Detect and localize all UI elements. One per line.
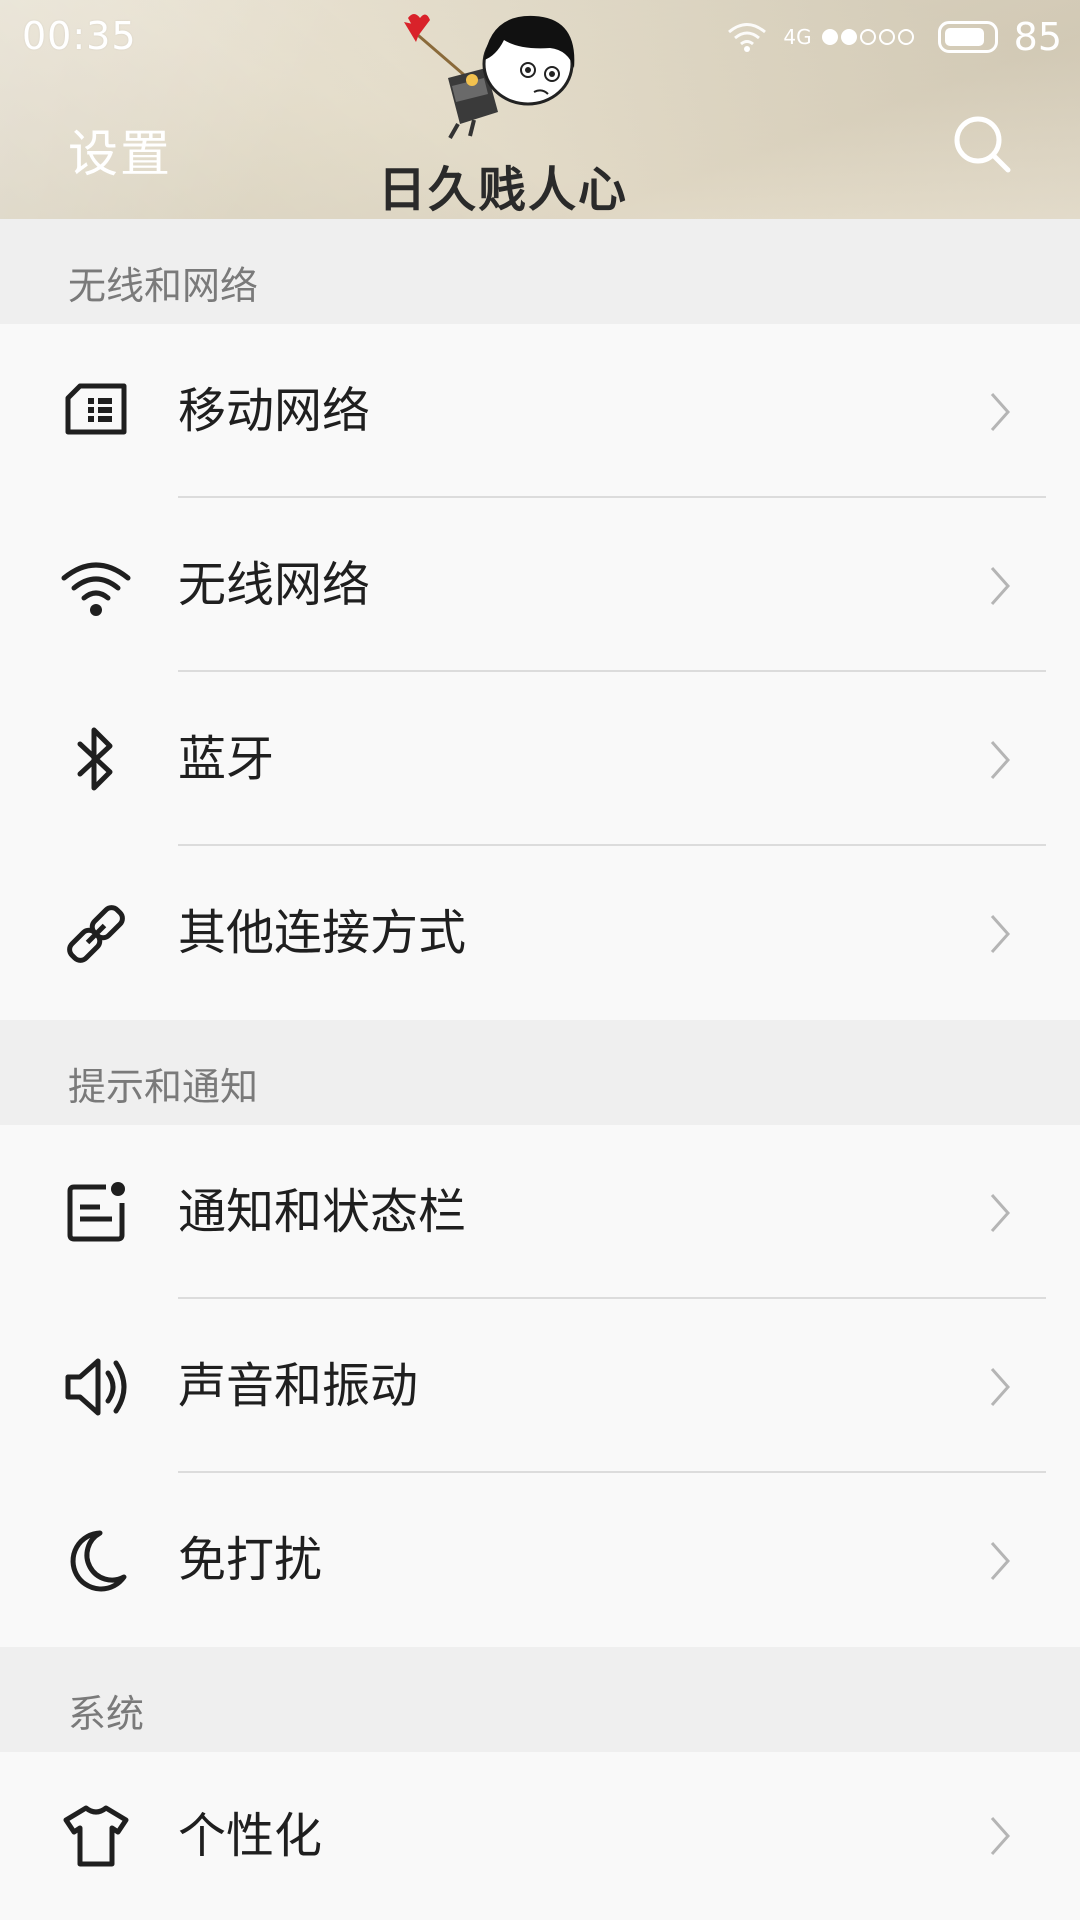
- signal-dot: [821, 29, 838, 45]
- settings-item-personalization[interactable]: 个性化: [0, 1752, 1080, 1920]
- search-icon: [954, 116, 1011, 173]
- battery-percent: 85: [1013, 15, 1062, 59]
- chevron-right-icon: [990, 1194, 1011, 1232]
- settings-item-label: 声音和振动: [178, 1358, 419, 1414]
- settings-item-sound-vibration[interactable]: 声音和振动: [0, 1299, 1080, 1473]
- section-title: 提示和通知: [68, 1065, 259, 1109]
- wifi-status-icon: [728, 23, 767, 52]
- chevron-right-icon: [990, 1542, 1011, 1580]
- section-title: 系统: [68, 1692, 145, 1736]
- settings-item-label: 蓝牙: [178, 731, 275, 787]
- section-header-wireless: 无线和网络: [0, 219, 1080, 324]
- section-title: 无线和网络: [68, 264, 259, 308]
- network-type: 4G: [783, 25, 812, 49]
- settings-item-label: 移动网络: [178, 383, 371, 439]
- mascot-caption: 日久贱人心: [378, 162, 629, 218]
- settings-item-other-connections[interactable]: 其他连接方式: [0, 846, 1080, 1020]
- moon-icon: [70, 1530, 127, 1592]
- chevron-right-icon: [990, 1368, 1011, 1406]
- signal-dot: [897, 29, 914, 45]
- bluetooth-icon: [77, 727, 113, 791]
- chevron-right-icon: [990, 1817, 1011, 1855]
- settings-item-label: 免打扰: [178, 1532, 323, 1588]
- search-button[interactable]: [950, 112, 1014, 176]
- settings-item-bluetooth[interactable]: 蓝牙: [0, 672, 1080, 846]
- signal-dot: [859, 29, 876, 45]
- wifi-icon: [61, 562, 131, 616]
- settings-item-label: 通知和状态栏: [178, 1184, 467, 1240]
- battery-icon: [937, 21, 998, 53]
- tshirt-icon: [63, 1805, 129, 1867]
- signal-dots: [821, 29, 914, 45]
- section-header-system: 系统: [0, 1647, 1080, 1752]
- notification-icon: [67, 1182, 125, 1242]
- settings-item-mobile-network[interactable]: 移动网络: [0, 324, 1080, 498]
- chevron-right-icon: [990, 567, 1011, 605]
- signal-dot: [878, 29, 895, 45]
- battery-fill: [944, 28, 984, 46]
- page-title: 设置: [68, 125, 172, 183]
- speaker-icon: [65, 1358, 127, 1416]
- chevron-right-icon: [990, 741, 1011, 779]
- chevron-right-icon: [990, 393, 1011, 431]
- settings-item-wifi[interactable]: 无线网络: [0, 498, 1080, 672]
- section-header-notifications: 提示和通知: [0, 1020, 1080, 1125]
- settings-item-label: 无线网络: [178, 557, 371, 613]
- settings-item-do-not-disturb[interactable]: 免打扰: [0, 1473, 1080, 1647]
- signal-dot: [840, 29, 857, 45]
- mascot-illustration: [404, 14, 575, 139]
- settings-item-notifications-statusbar[interactable]: 通知和状态栏: [0, 1125, 1080, 1299]
- status-indicators: 4G 85: [727, 14, 1062, 60]
- chevron-right-icon: [990, 915, 1011, 953]
- link-icon: [67, 905, 125, 963]
- settings-item-label: 其他连接方式: [178, 905, 467, 961]
- app-header: 00:35 4G 85 设置 日久贱人心: [0, 0, 1080, 219]
- settings-item-label: 个性化: [178, 1808, 323, 1864]
- sim-card-icon: [65, 383, 127, 435]
- status-time: 00:35: [22, 14, 137, 58]
